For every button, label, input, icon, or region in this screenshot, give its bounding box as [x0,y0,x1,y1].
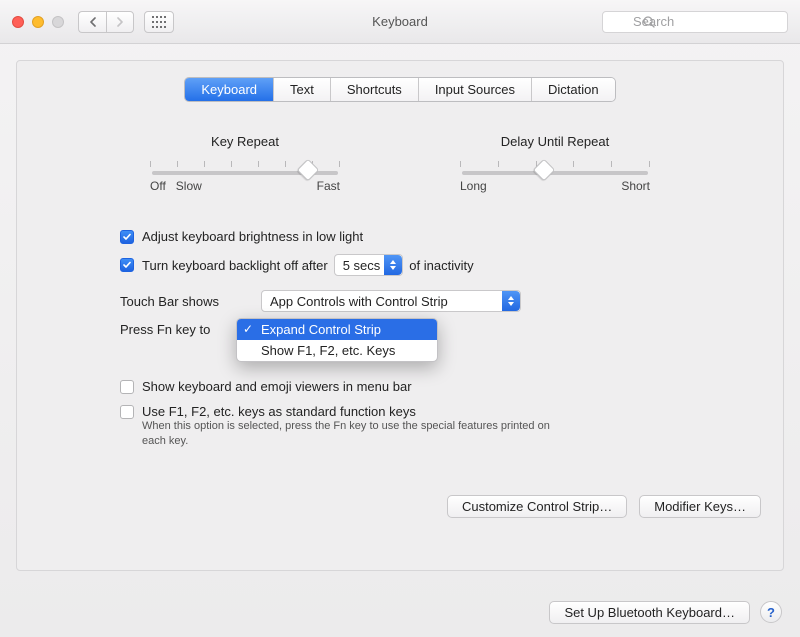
fn-key-dropdown: Expand Control Strip Show F1, F2, etc. K… [236,318,438,362]
checkbox-use-fkeys[interactable] [120,405,134,419]
label-backlight-prefix: Turn keyboard backlight off after [142,258,328,273]
content-area: Keyboard Text Shortcuts Input Sources Di… [0,44,800,587]
tab-bar: Keyboard Text Shortcuts Input Sources Di… [184,77,615,102]
options-block: Adjust keyboard brightness in low light … [120,229,680,449]
label-fast: Fast [317,179,340,193]
minimize-window-button[interactable] [32,16,44,28]
label-long: Long [460,179,487,193]
tab-input-sources[interactable]: Input Sources [419,78,532,101]
tab-shortcuts[interactable]: Shortcuts [331,78,419,101]
select-backlight-value: 5 secs [343,258,381,273]
panel-buttons: Customize Control Strip… Modifier Keys… [17,495,783,518]
dropdown-item-show-f-keys[interactable]: Show F1, F2, etc. Keys [237,340,437,361]
label-backlight-suffix: of inactivity [409,258,473,273]
select-touch-bar-value: App Controls with Control Strip [270,294,448,309]
nav-buttons [78,11,134,33]
tab-text[interactable]: Text [274,78,331,101]
tab-keyboard[interactable]: Keyboard [185,78,274,101]
select-touch-bar-shows[interactable]: App Controls with Control Strip [261,290,521,312]
dropdown-item-expand-control-strip[interactable]: Expand Control Strip [237,319,437,340]
label-adjust-brightness: Adjust keyboard brightness in low light [142,229,363,244]
row-show-viewers: Show keyboard and emoji viewers in menu … [120,379,680,394]
checkbox-show-viewers[interactable] [120,380,134,394]
row-touch-bar: Touch Bar shows App Controls with Contro… [120,290,680,312]
preferences-window: Keyboard Search Keyboard Text Shortcuts … [0,0,800,637]
key-repeat-slider: Key Repeat Off Slow Fast [150,134,340,193]
label-use-fkeys: Use F1, F2, etc. keys as standard functi… [142,404,416,419]
row-fn-key: Press Fn key to Expand Control Strip Sho… [120,322,680,337]
delay-repeat-track[interactable] [462,171,648,175]
fkeys-note: When this option is selected, press the … [142,419,562,449]
checkbox-backlight-off[interactable] [120,258,134,272]
select-backlight-duration[interactable]: 5 secs [334,254,404,276]
key-repeat-track[interactable] [152,171,338,175]
label-slow: Slow [176,179,202,193]
checkbox-adjust-brightness[interactable] [120,230,134,244]
delay-repeat-slider: Delay Until Repeat Long Short [460,134,650,193]
label-short: Short [621,179,650,193]
delay-repeat-title: Delay Until Repeat [460,134,650,149]
stepper-arrows-icon [502,291,520,311]
row-use-fkeys: Use F1, F2, etc. keys as standard functi… [120,404,680,419]
search-input[interactable]: Search [602,11,788,33]
search-icon [643,16,655,28]
help-button[interactable]: ? [760,601,782,623]
show-all-button[interactable] [144,11,174,33]
label-touch-bar: Touch Bar shows [120,294,255,309]
zoom-window-button[interactable] [52,16,64,28]
row-backlight-off: Turn keyboard backlight off after 5 secs… [120,254,680,276]
tab-dictation[interactable]: Dictation [532,78,615,101]
modifier-keys-button[interactable]: Modifier Keys… [639,495,761,518]
customize-control-strip-button[interactable]: Customize Control Strip… [447,495,627,518]
sliders-row: Key Repeat Off Slow Fast Delay Until R [17,134,783,193]
titlebar: Keyboard Search [0,0,800,44]
label-off: Off [150,179,166,193]
forward-button[interactable] [106,11,134,33]
label-fn-key: Press Fn key to [120,322,255,337]
back-button[interactable] [78,11,106,33]
setup-bluetooth-keyboard-button[interactable]: Set Up Bluetooth Keyboard… [549,601,750,624]
key-repeat-title: Key Repeat [150,134,340,149]
footer: Set Up Bluetooth Keyboard… ? [0,587,800,637]
stepper-arrows-icon [384,255,402,275]
grid-icon [152,16,166,28]
close-window-button[interactable] [12,16,24,28]
window-controls [12,16,64,28]
settings-panel: Keyboard Text Shortcuts Input Sources Di… [16,60,784,571]
row-adjust-brightness: Adjust keyboard brightness in low light [120,229,680,244]
label-show-viewers: Show keyboard and emoji viewers in menu … [142,379,412,394]
help-icon: ? [767,605,775,620]
